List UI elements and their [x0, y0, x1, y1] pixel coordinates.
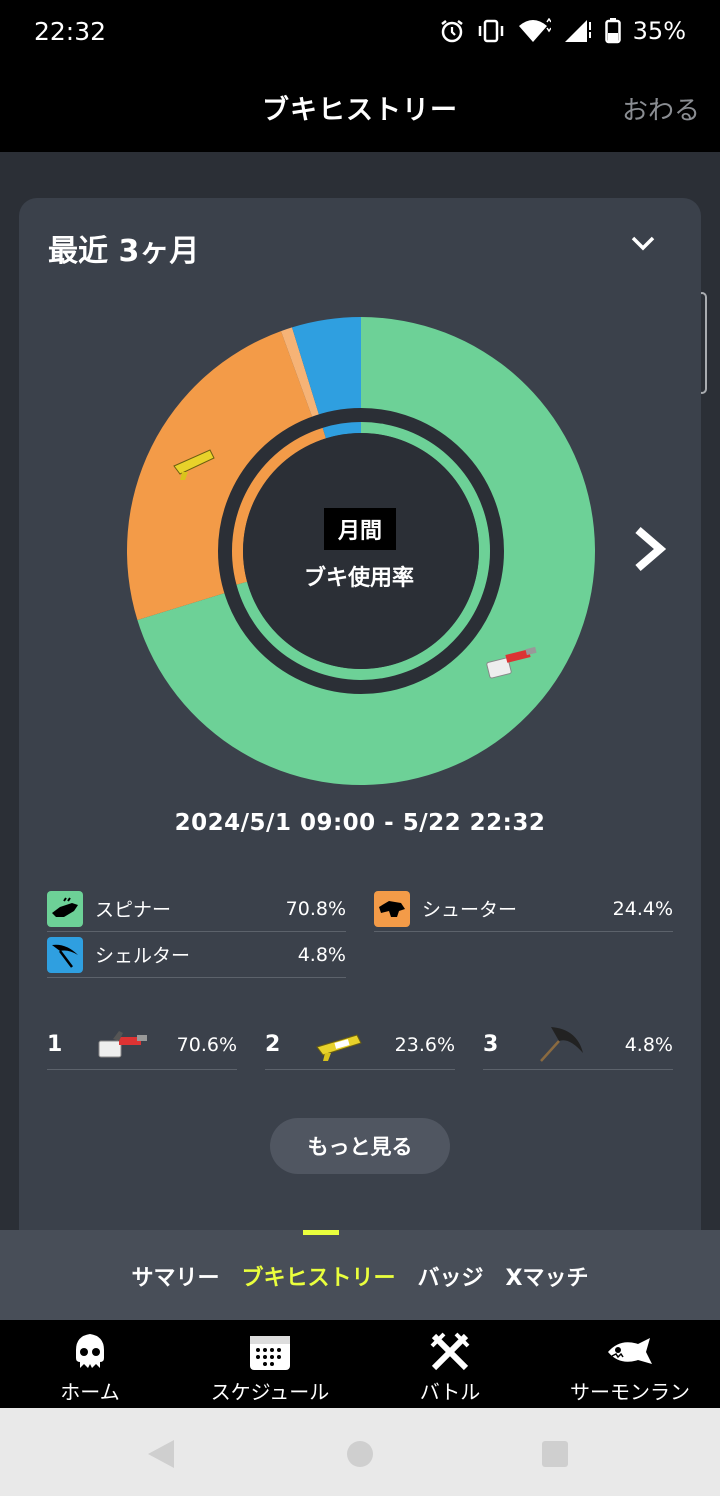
nav-battle[interactable]: バトル	[360, 1320, 540, 1408]
nav-salmon-run[interactable]: サーモンラン	[540, 1320, 720, 1408]
status-icons: 35%	[439, 17, 686, 45]
tab-badges[interactable]: バッジ	[418, 1260, 484, 1292]
tab-summary[interactable]: サマリー	[131, 1260, 219, 1292]
type-name: スピナー	[95, 899, 172, 921]
donut-hole	[243, 433, 479, 669]
nav-label: サーモンラン	[570, 1380, 690, 1404]
period-title: 最近 3ヶ月	[48, 234, 200, 269]
crossed-weapons-icon	[430, 1332, 470, 1371]
status-bar: 22:32 35%	[0, 0, 720, 62]
home-icon[interactable]	[346, 1440, 374, 1468]
rank-number: 1	[47, 1032, 63, 1057]
nav-label: スケジュール	[210, 1380, 330, 1404]
usage-donut-chart	[126, 316, 596, 786]
tab-bar: サマリー ブキヒストリー バッジ Xマッチ	[0, 1230, 720, 1320]
brella-icon	[47, 936, 83, 973]
nav-label: バトル	[419, 1380, 481, 1404]
battery-icon	[604, 18, 621, 44]
rank-item-2[interactable]: 2 23.6%	[265, 1020, 455, 1070]
tab-weapon-history[interactable]: ブキヒストリー	[242, 1260, 396, 1292]
alarm-icon	[440, 20, 463, 43]
close-button[interactable]: おわる	[622, 90, 700, 127]
bottom-nav: ホーム スケジュール バトル サーモンラン	[0, 1320, 720, 1408]
vibrate-icon	[478, 19, 503, 43]
type-pct: 4.8%	[297, 943, 346, 966]
type-row-brella: シェルター 4.8%	[47, 932, 346, 978]
brella-weapon-icon	[540, 1026, 583, 1062]
rank-number: 3	[483, 1032, 499, 1057]
nav-home[interactable]: ホーム	[0, 1320, 180, 1408]
status-time: 22:32	[34, 16, 107, 46]
type-row-shooter: シューター 24.4%	[374, 886, 673, 932]
date-range: 2024/5/1 09:00 - 5/22 22:32	[174, 810, 546, 836]
battery-percent: 35%	[632, 17, 686, 45]
type-name: シューター	[422, 899, 518, 921]
system-nav-bar	[0, 1408, 720, 1496]
type-name: シェルター	[95, 945, 191, 967]
active-tab-indicator	[303, 1230, 339, 1235]
nav-schedule[interactable]: スケジュール	[180, 1320, 360, 1408]
tab-x-match[interactable]: Xマッチ	[506, 1260, 589, 1292]
chevron-down-icon[interactable]	[631, 236, 655, 252]
type-row-spinner: スピナー 70.8%	[47, 886, 346, 932]
spinner-icon	[47, 890, 83, 927]
rank-pct: 70.6%	[176, 1033, 237, 1056]
chevron-right-icon[interactable]	[632, 526, 666, 572]
spinner-weapon-icon	[98, 1030, 147, 1057]
squid-icon	[76, 1334, 104, 1368]
shooter-weapon-icon	[316, 1033, 362, 1061]
weapon-history-card: 最近 3ヶ月 月間 ブキ使用率 2024/5/1 09:00 - 5/22 22…	[19, 198, 701, 1258]
shooter-icon	[374, 890, 410, 927]
rank-item-1[interactable]: 1 70.6%	[47, 1020, 237, 1070]
type-pct: 24.4%	[612, 897, 673, 920]
nav-label: ホーム	[60, 1380, 120, 1404]
app-header: ブキヒストリー おわる	[0, 62, 720, 152]
see-more-button[interactable]: もっと見る	[270, 1118, 450, 1174]
center-label: ブキ使用率	[303, 566, 414, 591]
rank-pct: 23.6%	[394, 1033, 455, 1056]
recents-icon[interactable]	[541, 1440, 569, 1468]
rank-pct: 4.8%	[624, 1033, 673, 1056]
center-badge: 月間	[324, 508, 396, 550]
calendar-icon	[250, 1336, 290, 1370]
wifi-icon	[518, 18, 551, 42]
signal-icon	[564, 20, 591, 42]
back-icon[interactable]	[146, 1438, 176, 1470]
type-pct: 70.8%	[285, 897, 346, 920]
rank-item-3[interactable]: 3 4.8%	[483, 1020, 673, 1070]
page-title: ブキヒストリー	[262, 95, 458, 126]
donut-svg	[127, 317, 595, 785]
rank-number: 2	[265, 1032, 281, 1057]
salmon-icon	[608, 1338, 652, 1364]
